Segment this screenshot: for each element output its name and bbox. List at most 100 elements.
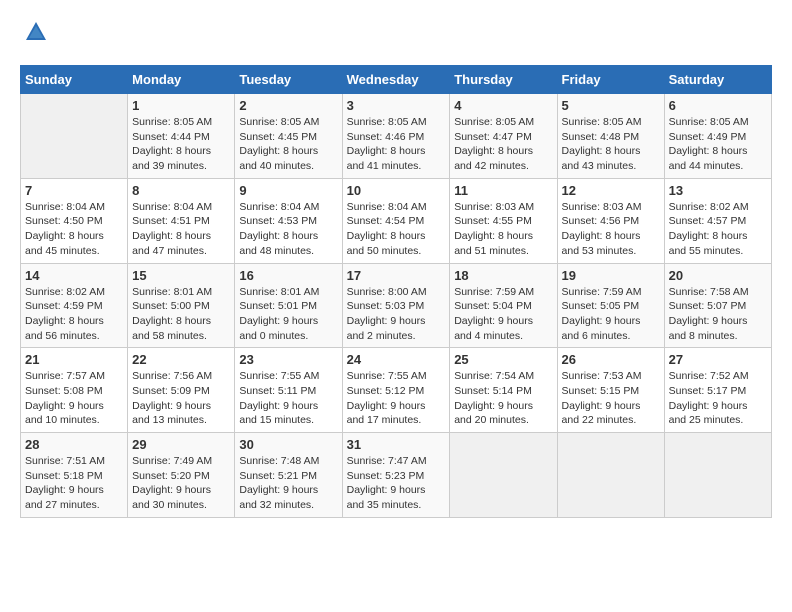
day-info: Sunrise: 7:59 AMSunset: 5:04 PMDaylight:… <box>454 285 552 344</box>
day-header-thursday: Thursday <box>450 66 557 94</box>
day-info: Sunrise: 8:02 AMSunset: 4:59 PMDaylight:… <box>25 285 123 344</box>
day-info: Sunrise: 8:05 AMSunset: 4:47 PMDaylight:… <box>454 115 552 174</box>
day-number: 20 <box>669 268 767 283</box>
day-info: Sunrise: 7:59 AMSunset: 5:05 PMDaylight:… <box>562 285 660 344</box>
day-info: Sunrise: 7:49 AMSunset: 5:20 PMDaylight:… <box>132 454 230 513</box>
calendar-cell: 23Sunrise: 7:55 AMSunset: 5:11 PMDayligh… <box>235 348 342 433</box>
calendar-cell: 14 Sunrise: 8:02 AMSunset: 4:59 PMDayligh… <box>21 263 128 348</box>
day-header-friday: Friday <box>557 66 664 94</box>
day-number: 23 <box>239 352 337 367</box>
week-row-5: 28 Sunrise: 7:51 AMSunset: 5:18 PMDayligh… <box>21 433 772 518</box>
day-number: 27 <box>669 352 767 367</box>
day-number: 15 <box>132 268 230 283</box>
day-info: Sunrise: 8:03 AMSunset: 4:56 PMDaylight:… <box>562 200 660 259</box>
day-number: 14 <box>25 268 123 283</box>
calendar-cell: 21 Sunrise: 7:57 AMSunset: 5:08 PMDayligh… <box>21 348 128 433</box>
calendar-cell: 20 Sunrise: 7:58 AMSunset: 5:07 PMDayligh… <box>664 263 771 348</box>
calendar-cell: 12 Sunrise: 8:03 AMSunset: 4:56 PMDayligh… <box>557 178 664 263</box>
day-info: Sunrise: 7:58 AMSunset: 5:07 PMDaylight:… <box>669 285 767 344</box>
day-info: Sunrise: 8:01 AMSunset: 5:00 PMDaylight:… <box>132 285 230 344</box>
week-row-1: 1 Sunrise: 8:05 AMSunset: 4:44 PMDaylight… <box>21 94 772 179</box>
header <box>20 20 772 49</box>
day-header-sunday: Sunday <box>21 66 128 94</box>
calendar-cell: 10Sunrise: 8:04 AMSunset: 4:54 PMDayligh… <box>342 178 450 263</box>
day-info: Sunrise: 8:05 AMSunset: 4:44 PMDaylight:… <box>132 115 230 174</box>
day-info: Sunrise: 8:03 AMSunset: 4:55 PMDaylight:… <box>454 200 552 259</box>
day-number: 18 <box>454 268 552 283</box>
calendar-cell: 22 Sunrise: 7:56 AMSunset: 5:09 PMDayligh… <box>128 348 235 433</box>
day-number: 13 <box>669 183 767 198</box>
calendar-cell: 13 Sunrise: 8:02 AMSunset: 4:57 PMDayligh… <box>664 178 771 263</box>
calendar-cell: 6Sunrise: 8:05 AMSunset: 4:49 PMDaylight… <box>664 94 771 179</box>
header-row: SundayMondayTuesdayWednesdayThursdayFrid… <box>21 66 772 94</box>
calendar-table: SundayMondayTuesdayWednesdayThursdayFrid… <box>20 65 772 518</box>
calendar-cell: 17 Sunrise: 8:00 AMSunset: 5:03 PMDayligh… <box>342 263 450 348</box>
calendar-cell: 3Sunrise: 8:05 AMSunset: 4:46 PMDaylight… <box>342 94 450 179</box>
day-info: Sunrise: 7:53 AMSunset: 5:15 PMDaylight:… <box>562 369 660 428</box>
logo <box>20 20 48 49</box>
day-number: 19 <box>562 268 660 283</box>
day-info: Sunrise: 7:54 AMSunset: 5:14 PMDaylight:… <box>454 369 552 428</box>
day-header-monday: Monday <box>128 66 235 94</box>
week-row-3: 14 Sunrise: 8:02 AMSunset: 4:59 PMDayligh… <box>21 263 772 348</box>
day-info: Sunrise: 8:04 AMSunset: 4:54 PMDaylight:… <box>347 200 446 259</box>
day-number: 22 <box>132 352 230 367</box>
calendar-cell: 7Sunrise: 8:04 AMSunset: 4:50 PMDaylight… <box>21 178 128 263</box>
day-number: 30 <box>239 437 337 452</box>
logo-icon <box>24 20 48 49</box>
week-row-4: 21 Sunrise: 7:57 AMSunset: 5:08 PMDayligh… <box>21 348 772 433</box>
day-info: Sunrise: 8:00 AMSunset: 5:03 PMDaylight:… <box>347 285 446 344</box>
calendar-cell <box>21 94 128 179</box>
day-number: 28 <box>25 437 123 452</box>
calendar-cell: 11 Sunrise: 8:03 AMSunset: 4:55 PMDayligh… <box>450 178 557 263</box>
calendar-cell: 25Sunrise: 7:54 AMSunset: 5:14 PMDayligh… <box>450 348 557 433</box>
day-info: Sunrise: 8:01 AMSunset: 5:01 PMDaylight:… <box>239 285 337 344</box>
day-number: 9 <box>239 183 337 198</box>
day-header-tuesday: Tuesday <box>235 66 342 94</box>
calendar-cell: 4Sunrise: 8:05 AMSunset: 4:47 PMDaylight… <box>450 94 557 179</box>
calendar-cell <box>450 433 557 518</box>
day-number: 24 <box>347 352 446 367</box>
day-info: Sunrise: 7:57 AMSunset: 5:08 PMDaylight:… <box>25 369 123 428</box>
day-info: Sunrise: 7:47 AMSunset: 5:23 PMDaylight:… <box>347 454 446 513</box>
calendar-cell: 2Sunrise: 8:05 AMSunset: 4:45 PMDaylight… <box>235 94 342 179</box>
day-number: 12 <box>562 183 660 198</box>
calendar-cell: 28 Sunrise: 7:51 AMSunset: 5:18 PMDayligh… <box>21 433 128 518</box>
calendar-cell: 30Sunrise: 7:48 AMSunset: 5:21 PMDayligh… <box>235 433 342 518</box>
day-info: Sunrise: 8:04 AMSunset: 4:53 PMDaylight:… <box>239 200 337 259</box>
day-info: Sunrise: 7:51 AMSunset: 5:18 PMDaylight:… <box>25 454 123 513</box>
day-info: Sunrise: 8:04 AMSunset: 4:50 PMDaylight:… <box>25 200 123 259</box>
calendar-cell: 19 Sunrise: 7:59 AMSunset: 5:05 PMDayligh… <box>557 263 664 348</box>
day-number: 31 <box>347 437 446 452</box>
day-number: 26 <box>562 352 660 367</box>
day-info: Sunrise: 8:05 AMSunset: 4:49 PMDaylight:… <box>669 115 767 174</box>
day-info: Sunrise: 7:56 AMSunset: 5:09 PMDaylight:… <box>132 369 230 428</box>
calendar-cell: 27 Sunrise: 7:52 AMSunset: 5:17 PMDayligh… <box>664 348 771 433</box>
day-number: 5 <box>562 98 660 113</box>
day-number: 21 <box>25 352 123 367</box>
day-header-wednesday: Wednesday <box>342 66 450 94</box>
day-number: 11 <box>454 183 552 198</box>
day-number: 2 <box>239 98 337 113</box>
calendar-cell: 9 Sunrise: 8:04 AMSunset: 4:53 PMDaylight… <box>235 178 342 263</box>
day-number: 17 <box>347 268 446 283</box>
calendar-cell: 31 Sunrise: 7:47 AMSunset: 5:23 PMDayligh… <box>342 433 450 518</box>
day-number: 1 <box>132 98 230 113</box>
calendar-cell <box>664 433 771 518</box>
calendar-cell: 24 Sunrise: 7:55 AMSunset: 5:12 PMDayligh… <box>342 348 450 433</box>
calendar-cell: 1 Sunrise: 8:05 AMSunset: 4:44 PMDaylight… <box>128 94 235 179</box>
calendar-cell: 18 Sunrise: 7:59 AMSunset: 5:04 PMDayligh… <box>450 263 557 348</box>
day-info: Sunrise: 8:05 AMSunset: 4:48 PMDaylight:… <box>562 115 660 174</box>
day-info: Sunrise: 8:02 AMSunset: 4:57 PMDaylight:… <box>669 200 767 259</box>
calendar-cell: 16Sunrise: 8:01 AMSunset: 5:01 PMDayligh… <box>235 263 342 348</box>
calendar-cell: 5 Sunrise: 8:05 AMSunset: 4:48 PMDaylight… <box>557 94 664 179</box>
day-info: Sunrise: 7:55 AMSunset: 5:12 PMDaylight:… <box>347 369 446 428</box>
day-number: 29 <box>132 437 230 452</box>
calendar-cell: 8Sunrise: 8:04 AMSunset: 4:51 PMDaylight… <box>128 178 235 263</box>
day-number: 3 <box>347 98 446 113</box>
calendar-cell: 26 Sunrise: 7:53 AMSunset: 5:15 PMDayligh… <box>557 348 664 433</box>
week-row-2: 7Sunrise: 8:04 AMSunset: 4:50 PMDaylight… <box>21 178 772 263</box>
calendar-cell: 15 Sunrise: 8:01 AMSunset: 5:00 PMDayligh… <box>128 263 235 348</box>
calendar-cell: 29 Sunrise: 7:49 AMSunset: 5:20 PMDayligh… <box>128 433 235 518</box>
day-info: Sunrise: 7:52 AMSunset: 5:17 PMDaylight:… <box>669 369 767 428</box>
